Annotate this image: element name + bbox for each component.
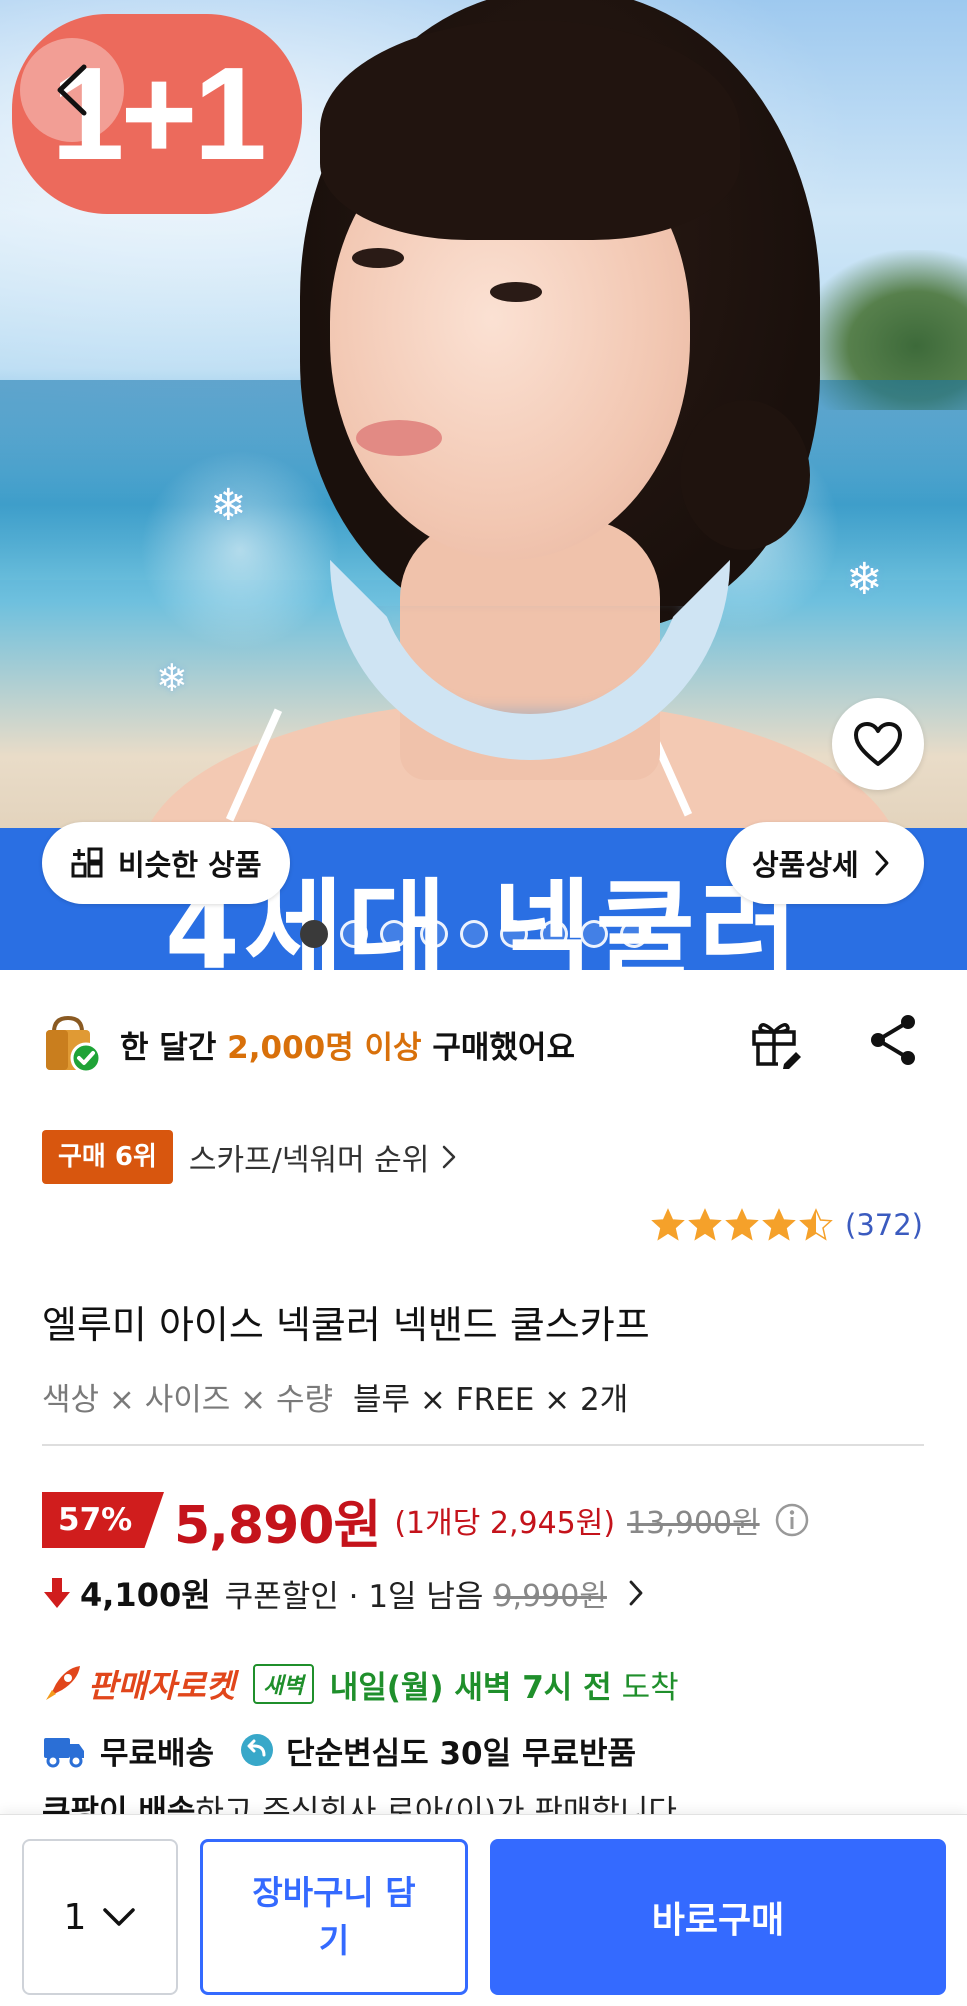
chevron-left-icon bbox=[57, 64, 87, 116]
chevron-right-icon bbox=[443, 1145, 456, 1169]
wishlist-button[interactable] bbox=[832, 698, 924, 790]
carousel-dot[interactable] bbox=[420, 920, 448, 948]
add-to-cart-button[interactable]: 장바구니 담기 bbox=[200, 1839, 468, 1995]
carousel-dot[interactable] bbox=[300, 920, 328, 948]
category-rank-link[interactable]: 스카프/넥워머 순위 bbox=[189, 1135, 457, 1179]
purchase-suffix: 구매했어요 bbox=[421, 1029, 575, 1066]
gift-icon[interactable] bbox=[748, 1012, 806, 1070]
selected-options[interactable]: 색상 × 사이즈 × 수량 블루 × FREE × 2개 bbox=[42, 1374, 628, 1419]
seller-rocket-label: 판매자로켓 bbox=[88, 1667, 236, 1705]
chevron-right-icon bbox=[875, 850, 889, 876]
star-rating bbox=[651, 1208, 833, 1242]
rating-row[interactable]: (372) bbox=[651, 1208, 923, 1242]
original-price: 13,900원 bbox=[627, 1506, 760, 1541]
grid-icon bbox=[71, 847, 103, 878]
price-row: 57% 5,890원 (1개당 2,945원) 13,900원 bbox=[42, 1490, 810, 1556]
purchase-count: 2,000명 이상 bbox=[227, 1029, 422, 1066]
shipping-row: 무료배송 단순변심도 30일 무료반품 bbox=[42, 1722, 636, 1778]
free-return-label: 단순변심도 30일 무료반품 bbox=[286, 1735, 637, 1772]
model-bangs bbox=[320, 20, 740, 240]
carousel-dot[interactable] bbox=[620, 920, 648, 948]
info-icon[interactable] bbox=[774, 1502, 810, 1538]
rank-badge: 구매 6위 bbox=[42, 1130, 173, 1184]
delivery-arrive: 도착 bbox=[621, 1669, 679, 1706]
chevron-right-icon bbox=[629, 1580, 643, 1606]
free-shipping-label: 무료배송 bbox=[100, 1735, 215, 1772]
dawn-delivery-badge: 새벽 bbox=[253, 1664, 314, 1704]
carousel-dot[interactable] bbox=[540, 920, 568, 948]
rank-row[interactable]: 구매 6위 스카프/넥워머 순위 bbox=[42, 1130, 457, 1184]
carousel-dot[interactable] bbox=[580, 920, 608, 948]
model-lips bbox=[356, 420, 442, 456]
star-icon bbox=[725, 1208, 759, 1241]
snowflake-icon: ❄ bbox=[156, 656, 188, 700]
shopping-bag-check-icon bbox=[46, 1015, 100, 1074]
carousel-dot[interactable] bbox=[500, 920, 528, 948]
model-hair-bun bbox=[680, 400, 810, 550]
heart-icon bbox=[854, 722, 902, 766]
similar-products-label: 비슷한 상품 bbox=[118, 848, 262, 882]
product-detail-label: 상품상세 bbox=[752, 848, 859, 882]
purchase-prefix: 한 달간 bbox=[120, 1029, 228, 1066]
model-eye bbox=[490, 282, 542, 302]
buy-now-button[interactable]: 바로구매 bbox=[490, 1839, 946, 1995]
divider bbox=[42, 1444, 924, 1446]
snowflake-icon: ❄ bbox=[210, 480, 247, 531]
arrow-down-icon bbox=[44, 1578, 70, 1608]
review-count[interactable]: (372) bbox=[845, 1208, 923, 1242]
coupon-original-price: 9,990원 bbox=[493, 1579, 607, 1614]
share-icon[interactable] bbox=[866, 1012, 922, 1068]
carousel-indicator[interactable] bbox=[300, 920, 648, 950]
quantity-select[interactable]: 1 bbox=[22, 1839, 178, 1995]
chevron-down-icon bbox=[103, 1908, 136, 1926]
product-image[interactable]: ❄ ❄ ❄ 1+1 4세대 넥쿨러 비슷한 상품 상품상세 bbox=[0, 0, 967, 970]
bottom-action-bar: 1 장바구니 담기 바로구매 bbox=[0, 1814, 967, 2006]
category-rank-label: 스카프/넥워머 순위 bbox=[188, 1143, 430, 1178]
quantity-value: 1 bbox=[63, 1896, 87, 1938]
carousel-dot[interactable] bbox=[460, 920, 488, 948]
option-labels: 색상 × 사이즈 × 수량 bbox=[42, 1382, 334, 1418]
star-icon bbox=[688, 1208, 722, 1241]
star-icon bbox=[799, 1208, 833, 1241]
product-detail-button[interactable]: 상품상세 bbox=[726, 822, 924, 904]
unit-price: (1개당 2,945원) bbox=[394, 1506, 616, 1541]
truck-icon bbox=[44, 1738, 84, 1768]
star-icon bbox=[762, 1208, 796, 1241]
star-icon bbox=[651, 1208, 685, 1241]
discount-badge: 57% bbox=[42, 1492, 164, 1548]
coupon-amount: 4,100원 bbox=[80, 1576, 211, 1614]
carousel-dot[interactable] bbox=[340, 920, 368, 948]
similar-products-button[interactable]: 비슷한 상품 bbox=[42, 822, 290, 904]
return-icon bbox=[241, 1734, 274, 1766]
purchase-stat-text: 한 달간 2,000명 이상 구매했어요 bbox=[120, 1022, 575, 1067]
sale-price: 5,890원 bbox=[174, 1495, 381, 1556]
coupon-row[interactable]: 4,100원 쿠폰할인 · 1일 남음 9,990원 bbox=[42, 1568, 645, 1618]
delivery-row: 판매자로켓 새벽 내일(월) 새벽 7시 전 도착 bbox=[42, 1656, 679, 1712]
snowflake-icon: ❄ bbox=[846, 554, 883, 605]
carousel-dot[interactable] bbox=[380, 920, 408, 948]
coupon-label: 쿠폰할인 · 1일 남음 bbox=[224, 1578, 484, 1615]
product-title: 엘루미 아이스 넥쿨러 넥밴드 쿨스카프 bbox=[42, 1303, 650, 1347]
option-values: 블루 × FREE × 2개 bbox=[353, 1382, 629, 1418]
rocket-icon bbox=[46, 1666, 80, 1700]
delivery-time: 내일(월) 새벽 7시 전 bbox=[329, 1669, 612, 1706]
back-button[interactable] bbox=[20, 38, 124, 142]
model-eye bbox=[352, 248, 404, 268]
